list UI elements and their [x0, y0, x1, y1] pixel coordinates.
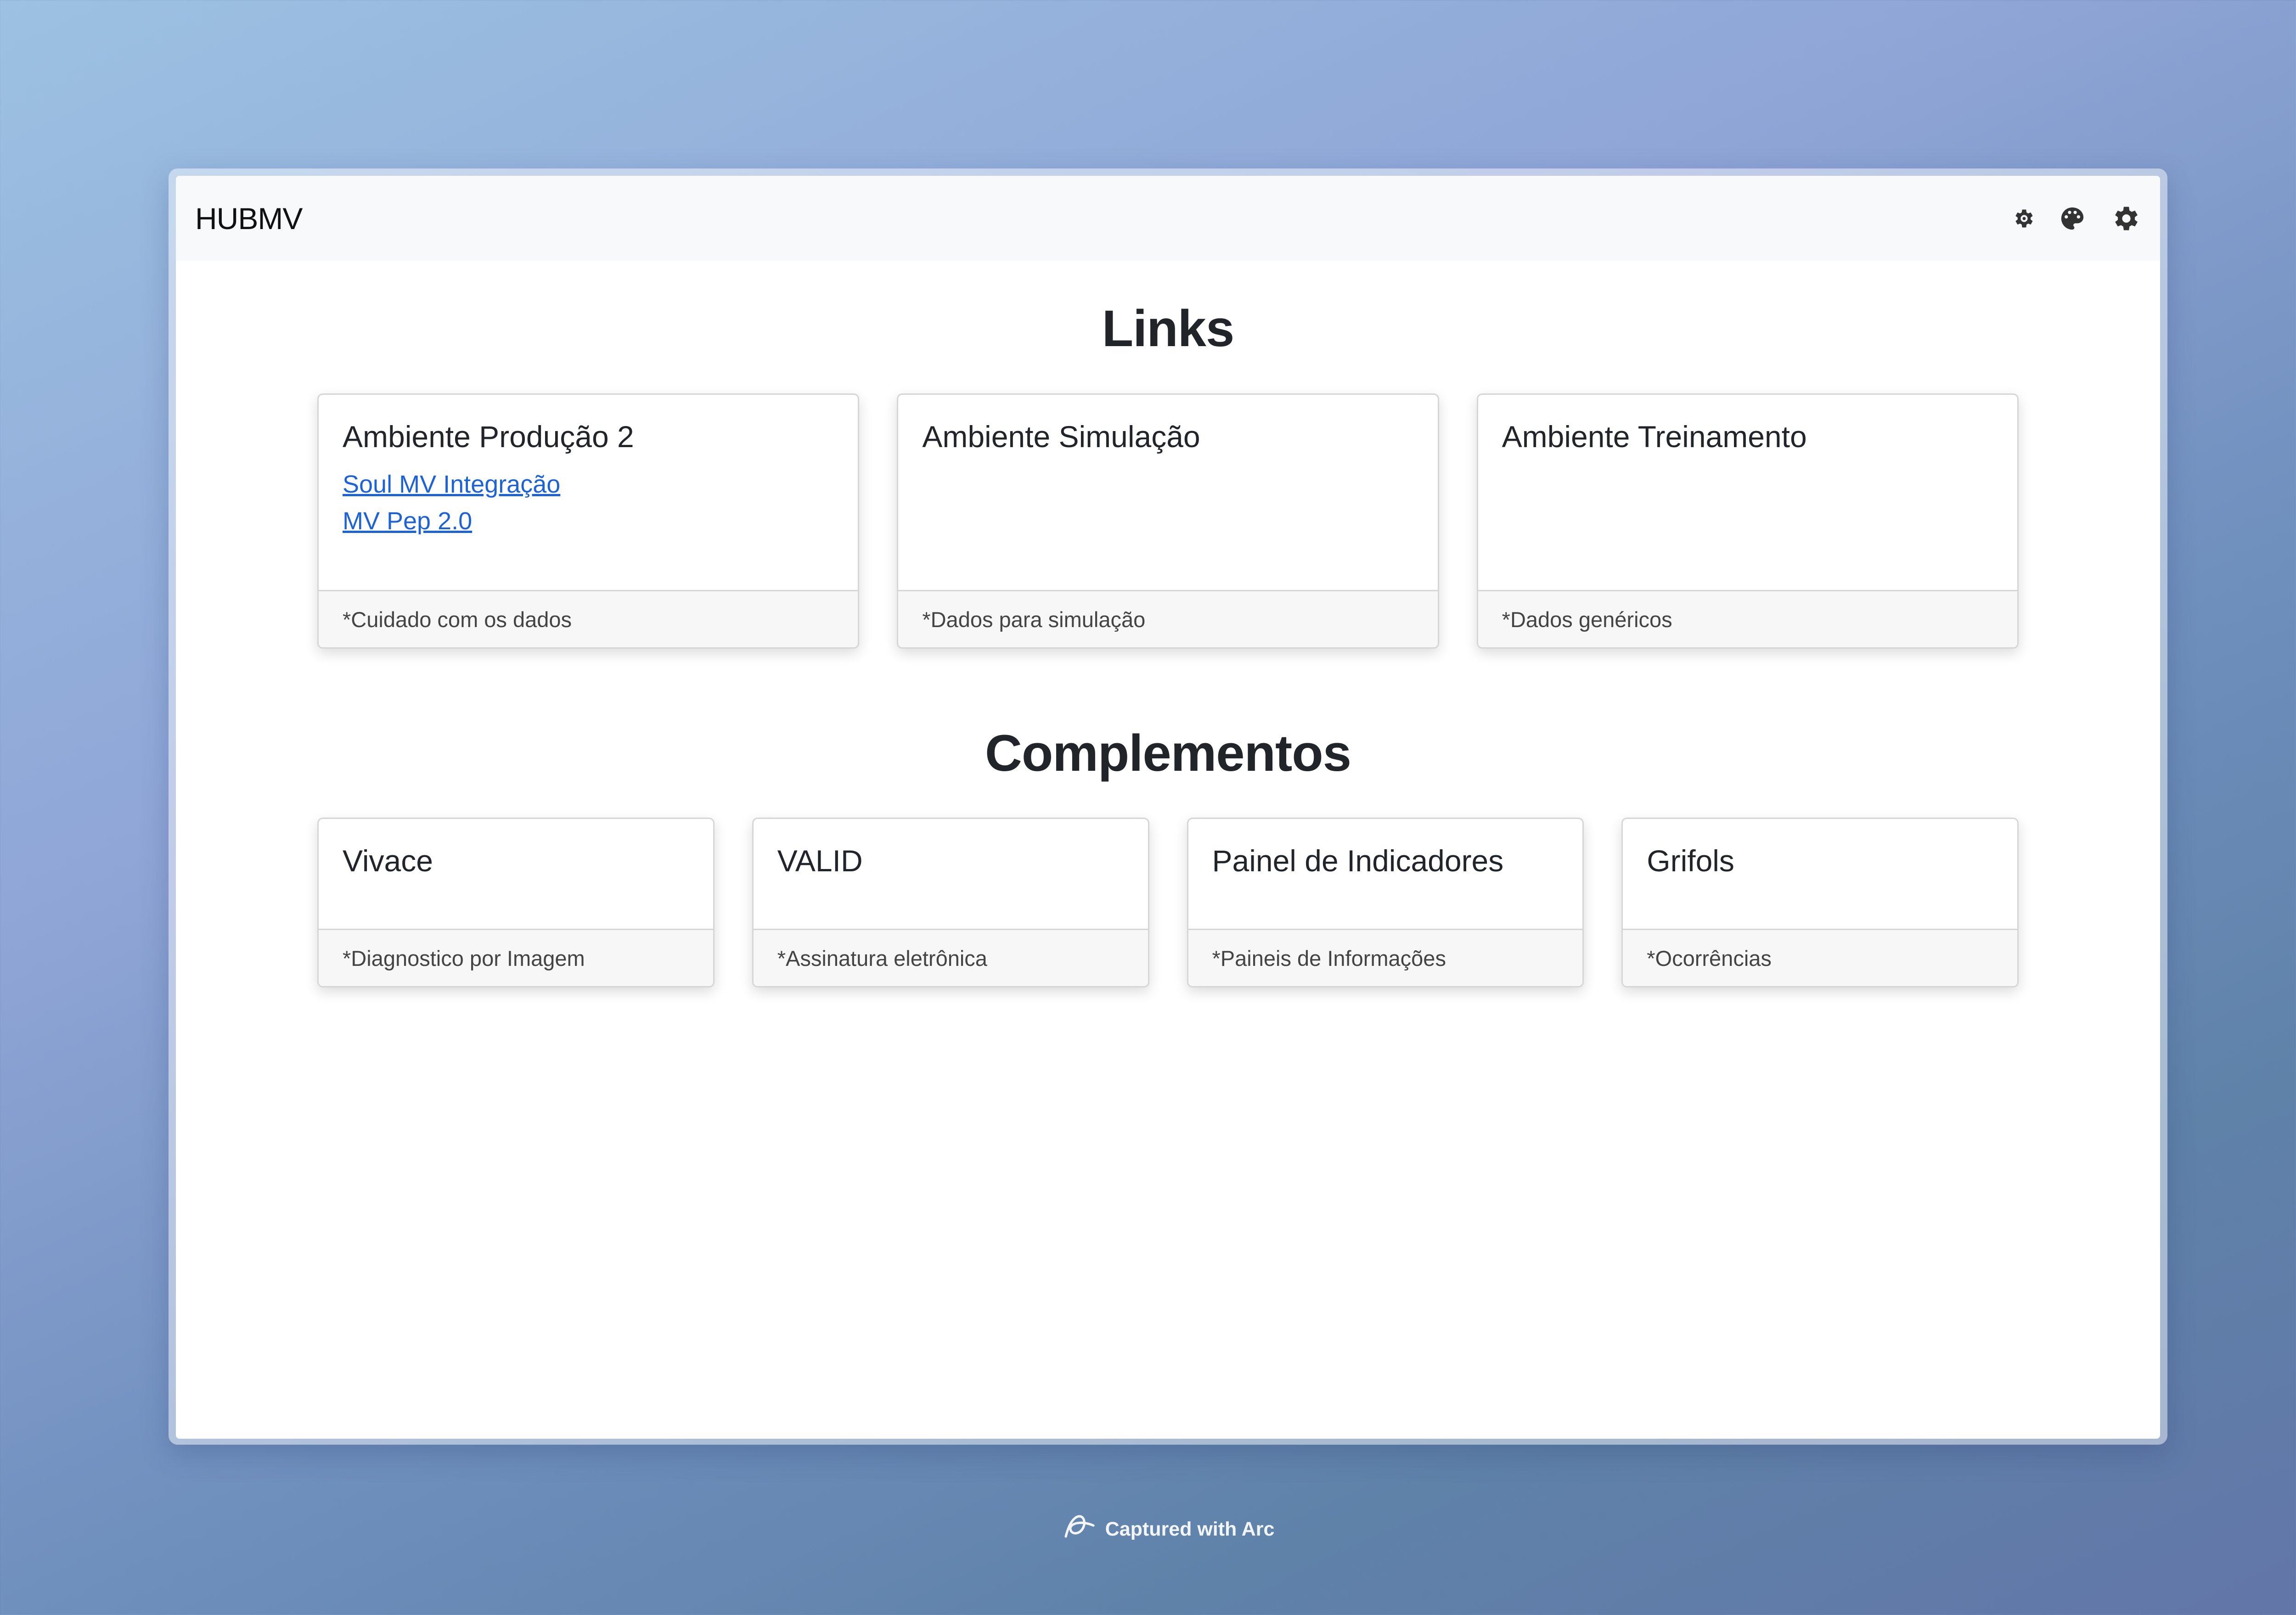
arc-logo-icon [1062, 1513, 1097, 1546]
gear-icon[interactable] [2110, 203, 2141, 234]
link-mv-pep[interactable]: MV Pep 2.0 [343, 503, 834, 539]
gear-small-icon[interactable] [2011, 207, 2035, 230]
complementos-section-title: Complementos [985, 724, 1351, 782]
palette-icon[interactable] [2059, 205, 2086, 232]
links-cards-row: Ambiente Produção 2 Soul MV Integração M… [317, 393, 2019, 649]
links-section-title: Links [1102, 300, 1235, 357]
card-title: Ambiente Treinamento [1502, 420, 1807, 454]
card-vivace[interactable]: Vivace *Diagnostico por Imagem [317, 818, 715, 987]
card-ambiente-simulacao[interactable]: Ambiente Simulação *Dados para simulação [897, 393, 1439, 649]
card-title: Ambiente Produção 2 [343, 420, 634, 454]
card-ambiente-producao: Ambiente Produção 2 Soul MV Integração M… [317, 393, 860, 649]
card-footer: *Cuidado com os dados [319, 590, 858, 647]
card-painel-indicadores[interactable]: Painel de Indicadores *Paineis de Inform… [1187, 818, 1584, 987]
navbar-icons [2011, 203, 2141, 234]
card-footer: *Diagnostico por Imagem [319, 929, 713, 986]
card-footer: *Assinatura eletrônica [753, 929, 1148, 986]
captured-with-arc-watermark: Captured with Arc [0, 1513, 2296, 1546]
complementos-cards-row: Vivace *Diagnostico por Imagem VALID *As… [317, 818, 2019, 987]
navbar: HUBMV [176, 176, 2160, 261]
card-title: Grifols [1647, 844, 1734, 878]
card-grifols[interactable]: Grifols *Ocorrências [1621, 818, 2019, 987]
card-ambiente-treinamento[interactable]: Ambiente Treinamento *Dados genéricos [1476, 393, 2019, 649]
watermark-text: Captured with Arc [1105, 1518, 1275, 1540]
card-footer: *Dados genéricos [1478, 590, 2017, 647]
card-title: Painel de Indicadores [1212, 844, 1504, 878]
card-valid[interactable]: VALID *Assinatura eletrônica [752, 818, 1149, 987]
card-footer: *Paineis de Informações [1188, 929, 1583, 986]
brand-title[interactable]: HUBMV [195, 201, 303, 236]
card-footer: *Ocorrências [1623, 929, 2017, 986]
card-title: Vivace [343, 844, 433, 878]
link-soul-mv-integracao[interactable]: Soul MV Integração [343, 466, 834, 503]
card-title: VALID [777, 844, 863, 878]
card-title: Ambiente Simulação [922, 420, 1200, 454]
card-footer: *Dados para simulação [898, 590, 1438, 647]
browser-window: HUBMV Links Ambiente Produção 2 Soul MV … [176, 176, 2160, 1439]
